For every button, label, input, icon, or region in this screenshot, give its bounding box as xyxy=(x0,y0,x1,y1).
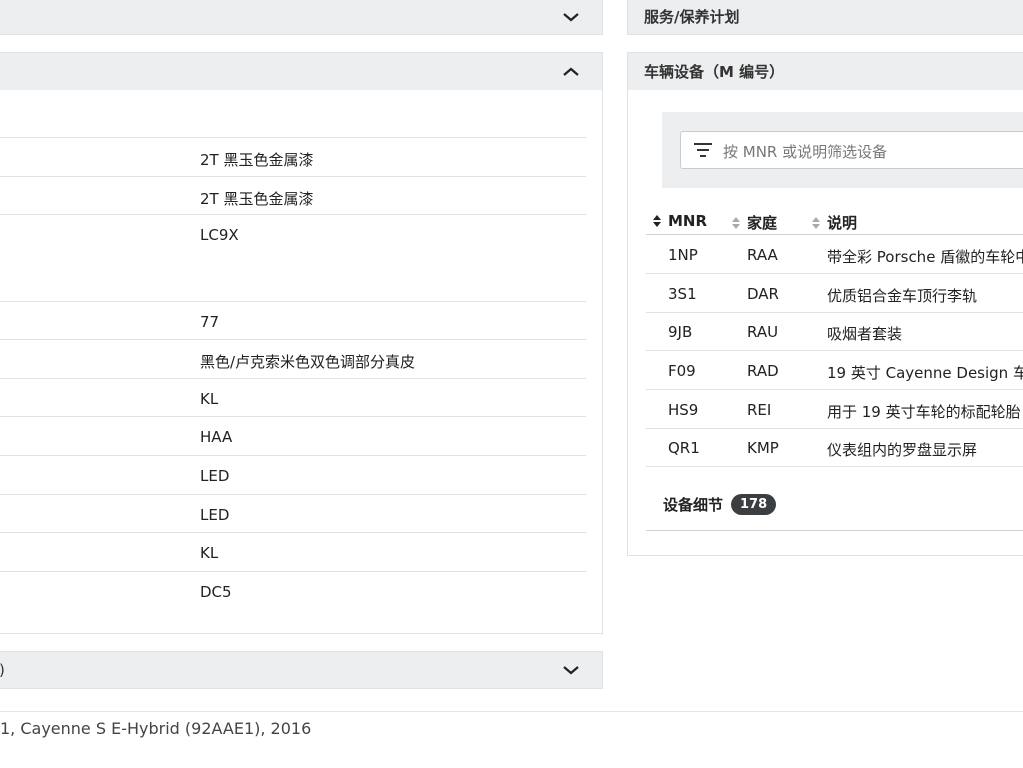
cell-description: 仪表组内的罗盘显示屏 xyxy=(827,441,978,459)
cell-family: RAU xyxy=(747,323,779,341)
cell-description: 优质铝合金车顶行李轨 xyxy=(827,287,978,305)
equipment-details-summary[interactable]: 设备细节 178 xyxy=(663,494,777,515)
table-row[interactable]: HS9 REI 用于 19 英寸车轮的标配轮胎 xyxy=(646,390,1023,429)
vehicle-details-panel: 2T 黑玉色金属漆 2T 黑玉色金属漆 LC9X 77 黑色/卢克索米色双色调部… xyxy=(0,90,603,634)
cell-description: 带全彩 Porsche 盾徽的车轮中 xyxy=(827,248,1023,266)
cell-family: REI xyxy=(747,401,772,419)
table-row[interactable]: F09 RAD 19 英寸 Cayenne Design 车轮 xyxy=(646,351,1023,390)
detail-value: 77 xyxy=(200,313,220,331)
detail-value: KL xyxy=(200,390,219,408)
column-header-family[interactable]: 家庭 xyxy=(731,212,777,233)
service-plan-header[interactable]: 服务/保养计划 xyxy=(627,0,1023,35)
details-divider xyxy=(646,530,1023,531)
detail-value: LED xyxy=(200,467,230,485)
detail-value: DC5 xyxy=(200,583,232,601)
detail-value: KL xyxy=(200,544,219,562)
filter-icon xyxy=(693,141,713,163)
cell-mnr: HS9 xyxy=(668,401,699,419)
detail-row: LED xyxy=(0,495,586,533)
detail-row: LC9X xyxy=(0,215,586,302)
column-header-description[interactable]: 说明 xyxy=(811,212,857,233)
cell-family: RAA xyxy=(747,246,778,264)
table-row[interactable]: 1NP RAA 带全彩 Porsche 盾徽的车轮中 xyxy=(646,235,1023,274)
cell-mnr: 3S1 xyxy=(668,285,697,303)
chevron-up-icon[interactable] xyxy=(562,66,580,78)
detail-row: 77 xyxy=(0,302,586,340)
table-row[interactable]: 9JB RAU 吸烟者套装 xyxy=(646,312,1023,351)
cell-description: 吸烟者套装 xyxy=(827,325,903,343)
table-row[interactable]: 3S1 DAR 优质铝合金车顶行李轨 xyxy=(646,274,1023,313)
chevron-down-icon[interactable] xyxy=(562,664,580,676)
detail-row: 2T 黑玉色金属漆 xyxy=(0,137,586,177)
cell-mnr: 9JB xyxy=(668,323,693,341)
cell-family: KMP xyxy=(747,439,779,457)
detail-value: 2T 黑玉色金属漆 xyxy=(200,151,314,169)
footer-divider xyxy=(0,711,1023,712)
chevron-down-icon[interactable] xyxy=(562,11,580,23)
sort-icon xyxy=(731,216,741,230)
column-label: 说明 xyxy=(827,214,858,232)
detail-row: KL xyxy=(0,379,586,417)
column-label: MNR xyxy=(668,212,708,230)
cell-mnr: QR1 xyxy=(668,439,700,457)
cell-description: 19 英寸 Cayenne Design 车轮 xyxy=(827,364,1023,382)
detail-row: HAA xyxy=(0,417,586,456)
detail-value: HAA xyxy=(200,428,233,446)
expanded-section-header[interactable] xyxy=(0,52,603,91)
filter-container: 按 MNR 或说明筛选设备 xyxy=(662,112,1023,188)
detail-row: KL xyxy=(0,533,586,572)
cell-mnr: 1NP xyxy=(668,246,698,264)
table-row[interactable]: QR1 KMP 仪表组内的罗盘显示屏 xyxy=(646,428,1023,467)
column-label: 家庭 xyxy=(747,214,778,232)
detail-value: LED xyxy=(200,506,230,524)
details-label: 设备细节 xyxy=(663,496,724,514)
cell-mnr: F09 xyxy=(668,362,696,380)
cell-family: RAD xyxy=(747,362,779,380)
detail-value: 2T 黑玉色金属漆 xyxy=(200,190,314,208)
cell-family: DAR xyxy=(747,285,779,303)
detail-value: LC9X xyxy=(200,226,239,244)
filter-placeholder: 按 MNR 或说明筛选设备 xyxy=(723,143,888,161)
vehicle-model-footer: 1, Cayenne S E-Hybrid (92AAE1), 2016 xyxy=(0,719,312,738)
detail-row: 黑色/卢克索米色双色调部分真皮 xyxy=(0,340,586,379)
equipment-panel: 按 MNR 或说明筛选设备 MNR 家庭 说明 1NP RAA 带全彩 Pors… xyxy=(627,90,1023,556)
equipment-header[interactable]: 车辆设备（M 编号） xyxy=(627,52,1023,91)
equipment-filter-input[interactable]: 按 MNR 或说明筛选设备 xyxy=(680,131,1023,169)
equipment-title: 车辆设备（M 编号） xyxy=(644,63,785,81)
service-plan-title: 服务/保养计划 xyxy=(644,8,740,26)
column-header-mnr[interactable]: MNR xyxy=(652,212,707,230)
detail-row: DC5 xyxy=(0,572,586,611)
section-title-fragment: ) xyxy=(0,661,5,679)
sort-icon xyxy=(652,214,662,228)
cell-description: 用于 19 英寸车轮的标配轮胎 xyxy=(827,403,1021,421)
detail-row: LED xyxy=(0,456,586,495)
collapsed-section-header-top[interactable] xyxy=(0,0,603,35)
detail-row: 2T 黑玉色金属漆 xyxy=(0,177,586,215)
count-badge: 178 xyxy=(731,494,777,515)
sort-icon xyxy=(811,216,821,230)
collapsed-section-header-bottom[interactable]: ) xyxy=(0,651,603,689)
detail-value: 黑色/卢克索米色双色调部分真皮 xyxy=(200,353,416,371)
